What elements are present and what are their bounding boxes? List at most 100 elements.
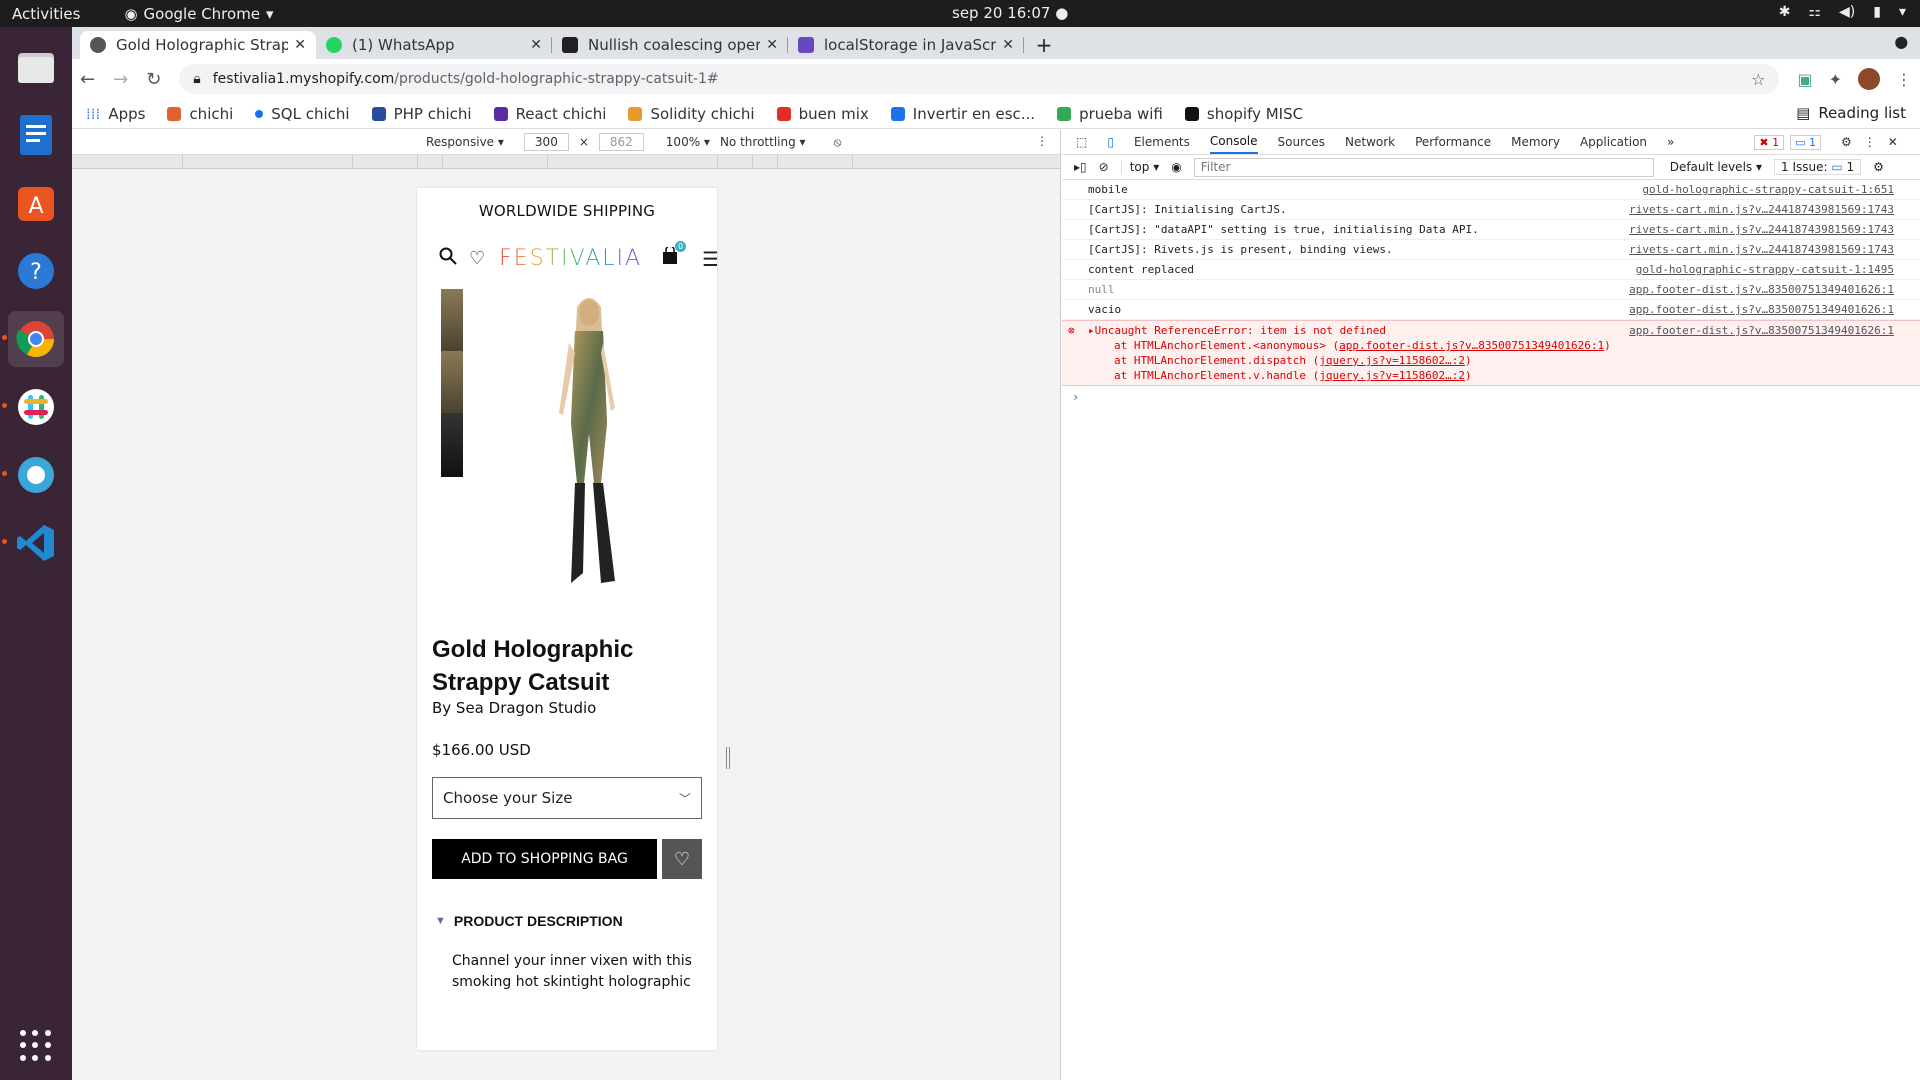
log-source-link[interactable]: rivets-cart.min.js?v…24418743981569:1743 xyxy=(1629,242,1894,257)
tab-elements[interactable]: Elements xyxy=(1134,131,1190,153)
extension-icon[interactable]: ▣ xyxy=(1797,70,1812,89)
dock-slack[interactable] xyxy=(2,379,64,435)
bookmark-shopify-misc[interactable]: shopify MISC xyxy=(1184,105,1303,123)
issues-button[interactable]: 1 Issue: ▭ 1 xyxy=(1774,159,1862,175)
back-icon[interactable]: ← xyxy=(80,69,95,90)
product-vendor[interactable]: By Sea Dragon Studio xyxy=(432,699,717,717)
settings-gear-icon[interactable]: ⚙ xyxy=(1841,135,1852,149)
width-input[interactable]: 300 xyxy=(523,133,569,151)
log-source-link[interactable]: gold-holographic-strappy-catsuit-1:1495 xyxy=(1636,262,1894,277)
console-prompt-input[interactable]: › xyxy=(1062,386,1920,408)
kebab-menu-icon[interactable]: ⋮ xyxy=(1896,70,1912,89)
cart-icon[interactable]: 0 xyxy=(662,241,687,270)
dock-writer[interactable] xyxy=(8,107,64,163)
product-image[interactable] xyxy=(545,293,633,603)
tab-search-button[interactable]: ⬤ xyxy=(1895,35,1908,49)
tab-sources[interactable]: Sources xyxy=(1278,131,1325,153)
info-count-badge[interactable]: ▭ 1 xyxy=(1790,134,1821,150)
log-source-link[interactable]: rivets-cart.min.js?v…244187439815​69:174… xyxy=(1629,202,1894,217)
dock-software[interactable]: A xyxy=(8,175,64,231)
media-query-bar[interactable] xyxy=(72,155,1060,169)
dock-vscode[interactable] xyxy=(2,515,64,571)
kebab-menu-icon[interactable]: ⋮ xyxy=(1036,134,1048,148)
device-toggle-icon[interactable]: ▯ xyxy=(1107,135,1114,149)
bookmark-php[interactable]: PHP chichi xyxy=(371,105,472,123)
add-to-bag-button[interactable]: ADD TO SHOPPING BAG xyxy=(432,839,657,879)
stack-link[interactable]: app.footer-dist.js?v…835007513494016​26:… xyxy=(1339,339,1604,352)
bookmark-sql[interactable]: SQL chichi xyxy=(255,105,350,123)
height-input[interactable]: 862 xyxy=(598,133,644,151)
sidebar-toggle-icon[interactable]: ▸▯ xyxy=(1074,160,1087,174)
device-mode-select[interactable]: Responsive ▾ xyxy=(426,135,504,149)
log-source-link[interactable]: gold-holographic-strappy-catsuit-1:651 xyxy=(1642,182,1894,197)
close-icon[interactable]: ✕ xyxy=(766,37,778,53)
rotate-icon[interactable]: ⦸ xyxy=(834,135,842,150)
tab-localstorage[interactable]: localStorage in JavaScrip ✕ xyxy=(788,31,1024,59)
kebab-menu-icon[interactable]: ⋮ xyxy=(1864,135,1876,149)
extensions-puzzle-icon[interactable]: ✦ xyxy=(1829,70,1842,89)
error-count-badge[interactable]: ✖ 1 xyxy=(1754,134,1785,150)
tab-gold-holographic[interactable]: Gold Holographic Strappy ✕ xyxy=(80,31,316,59)
tab-whatsapp[interactable]: (1) WhatsApp ✕ xyxy=(316,31,552,59)
clock[interactable]: sep 20 16:07 ● xyxy=(952,4,1068,22)
log-source-link[interactable]: rivets-cart.min.js?v…24418743981569:1743 xyxy=(1629,222,1894,237)
tab-performance[interactable]: Performance xyxy=(1415,131,1491,153)
error-source-link[interactable]: app.footer-dist.js?v…83500751349401626:1 xyxy=(1629,323,1894,338)
reading-list-button[interactable]: ▤ Reading list xyxy=(1796,104,1906,122)
heart-icon[interactable]: ♡ xyxy=(469,248,485,269)
expand-triangle-icon[interactable]: ▸ xyxy=(1088,324,1095,337)
tab-nullish[interactable]: Nullish coalescing operat ✕ xyxy=(552,31,788,59)
dock-chrome[interactable] xyxy=(2,311,64,367)
viewport-resize-handle[interactable] xyxy=(726,747,730,769)
tab-application[interactable]: Application xyxy=(1580,131,1647,153)
bookmark-star-icon[interactable]: ☆ xyxy=(1751,70,1765,89)
tab-memory[interactable]: Memory xyxy=(1511,131,1560,153)
dock-files[interactable] xyxy=(8,39,64,95)
address-bar[interactable]: 🔒︎ festivalia1.myshopify.com/products/go… xyxy=(179,64,1780,94)
dock-app[interactable] xyxy=(2,447,64,503)
console-filter-input[interactable]: Filter xyxy=(1193,157,1654,177)
product-thumbnail[interactable] xyxy=(441,289,463,353)
stack-link[interactable]: jquery.js?v=1158602…:2 xyxy=(1319,369,1465,382)
bookmark-prueba-wifi[interactable]: prueba wifi xyxy=(1057,105,1163,123)
app-menu[interactable]: ◉ Google Chrome ▾ xyxy=(124,5,273,23)
more-tabs-icon[interactable]: » xyxy=(1667,135,1674,149)
product-description-toggle[interactable]: ▼ PRODUCT DESCRIPTION xyxy=(435,913,717,929)
tab-network[interactable]: Network xyxy=(1345,131,1395,153)
throttle-select[interactable]: No throttling ▾ xyxy=(720,135,806,149)
reload-icon[interactable]: ↻ xyxy=(146,69,161,90)
bookmark-apps[interactable]: ⁞⁞⁞ Apps xyxy=(86,105,145,123)
close-icon[interactable]: ✕ xyxy=(530,37,542,53)
size-select[interactable]: Choose your Size ﹀ xyxy=(432,777,702,819)
show-apps-icon[interactable] xyxy=(20,1030,52,1062)
system-tray[interactable]: ✱ ⚏ ◀) ▮ ▾ xyxy=(1779,4,1906,20)
close-icon[interactable]: ✕ xyxy=(294,37,306,53)
product-thumbnail[interactable] xyxy=(441,413,463,477)
shop-logo[interactable]: FESTIVALIA xyxy=(499,246,642,271)
bookmark-solidity[interactable]: Solidity chichi xyxy=(628,105,755,123)
bookmark-buen-mix[interactable]: buen mix xyxy=(776,105,869,123)
wishlist-button[interactable]: ♡ xyxy=(662,839,702,879)
hamburger-menu-icon[interactable]: ☰ xyxy=(702,247,717,271)
settings-gear-icon[interactable]: ⚙ xyxy=(1873,160,1884,174)
close-icon[interactable]: ✕ xyxy=(1888,135,1898,149)
log-source-link[interactable]: app.footer-dist.js?v…83500751349401626:1 xyxy=(1629,302,1894,317)
zoom-select[interactable]: 100% ▾ xyxy=(666,135,710,149)
product-thumbnail[interactable] xyxy=(441,351,463,415)
profile-avatar[interactable] xyxy=(1858,68,1880,90)
bookmark-invertir[interactable]: Invertir en esc... xyxy=(890,105,1035,123)
search-icon[interactable] xyxy=(439,247,457,270)
log-levels-select[interactable]: Default levels ▾ xyxy=(1670,160,1762,174)
tab-console[interactable]: Console xyxy=(1209,130,1258,154)
forward-icon[interactable]: → xyxy=(113,69,128,90)
new-tab-button[interactable]: + xyxy=(1030,31,1058,59)
bookmark-chichi[interactable]: chichi xyxy=(167,105,233,123)
dock-help[interactable]: ? xyxy=(8,243,64,299)
activities-button[interactable]: Activities xyxy=(12,5,80,23)
clear-console-icon[interactable]: ⊘ xyxy=(1099,160,1109,174)
close-icon[interactable]: ✕ xyxy=(1002,37,1014,53)
inspect-element-icon[interactable]: ⬚ xyxy=(1076,135,1087,149)
context-select[interactable]: top ▾ xyxy=(1120,160,1159,174)
log-source-link[interactable]: app.footer-dist.js?v…835007513494016​26:… xyxy=(1629,282,1894,297)
bookmark-react[interactable]: React chichi xyxy=(493,105,606,123)
